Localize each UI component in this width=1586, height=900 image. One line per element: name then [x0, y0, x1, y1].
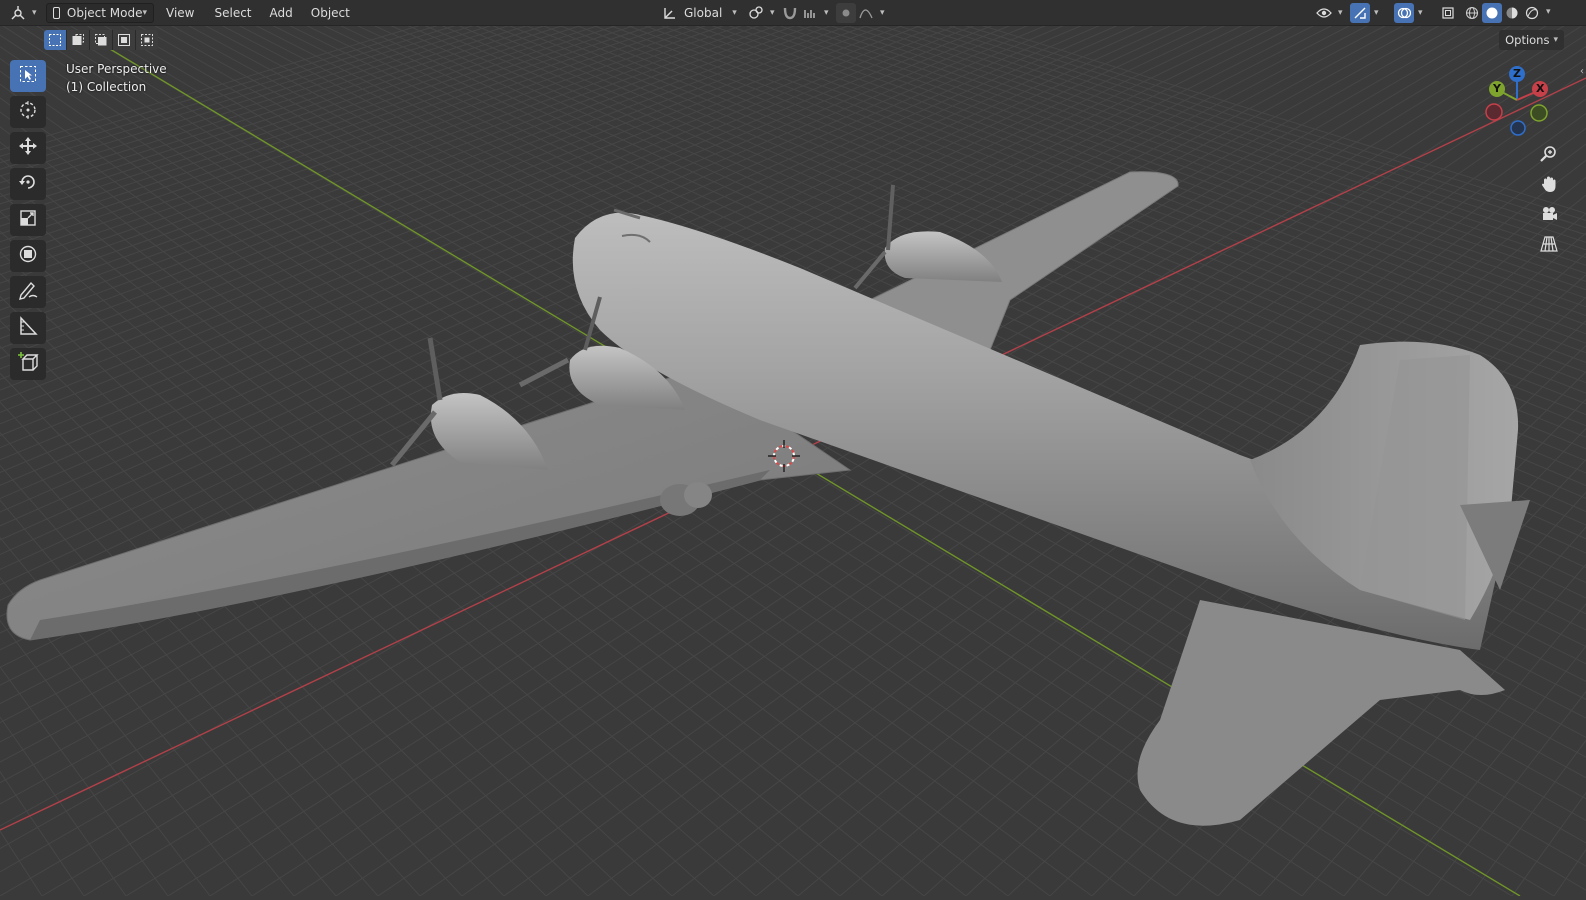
gizmo-y-label[interactable]: Y — [1493, 82, 1501, 95]
add-cube-tool[interactable] — [10, 348, 46, 380]
gizmo-toggle[interactable]: ▾ — [1350, 3, 1386, 23]
overlays-icon[interactable] — [1394, 3, 1414, 23]
xray-icon[interactable] — [1438, 3, 1458, 23]
perspective-toggle-button[interactable] — [1536, 233, 1562, 259]
chevron-down-icon: ▾ — [142, 8, 147, 18]
rotate-tool[interactable] — [10, 168, 46, 200]
wireframe-shading-icon[interactable] — [1462, 3, 1482, 23]
select-box-icon — [19, 65, 37, 87]
falloff-curve-icon[interactable] — [856, 3, 876, 23]
material-shading-icon[interactable] — [1502, 3, 1522, 23]
viewport-header: ▾ Object Mode ▾ View Select Add Object G… — [0, 0, 1586, 26]
chevron-down-icon: ▾ — [32, 8, 37, 18]
move-tool[interactable] — [10, 132, 46, 164]
selection-mode-group — [44, 30, 158, 50]
grid-perspective-icon — [1540, 235, 1558, 257]
measure-icon — [18, 316, 38, 340]
orientation-label: Global — [684, 6, 723, 20]
navigation-gizmo[interactable]: Z Y X — [1478, 62, 1556, 140]
sidebar-toggle-arrow[interactable]: ‹ — [1580, 66, 1584, 77]
3d-viewport[interactable] — [0, 0, 1586, 897]
chevron-down-icon: ▾ — [770, 8, 775, 18]
transform-tool[interactable] — [10, 240, 46, 272]
select-box-tool[interactable] — [10, 60, 46, 92]
viewport-canvas[interactable] — [0, 0, 1586, 897]
viewport-editor-icon — [8, 3, 28, 23]
hand-icon — [1540, 175, 1558, 197]
chevron-down-icon[interactable]: ▾ — [1546, 7, 1551, 23]
zoom-button[interactable] — [1536, 143, 1562, 169]
orientation-dropdown[interactable]: Global ▾ — [660, 3, 738, 23]
chevron-down-icon: ▾ — [1418, 8, 1423, 18]
view-name: User Perspective — [66, 62, 167, 76]
mode-label: Object Mode — [66, 6, 143, 20]
transform-icon — [18, 244, 38, 268]
menu-view[interactable]: View — [160, 6, 200, 20]
snap-increment-icon[interactable] — [800, 3, 820, 23]
chevron-down-icon: ▾ — [824, 8, 829, 18]
header-menus: View Select Add Object — [160, 3, 356, 23]
rotate-icon — [18, 172, 38, 196]
intersect-selection-icon[interactable] — [136, 30, 158, 50]
editor-type-button[interactable]: ▾ — [8, 3, 40, 23]
mode-dropdown[interactable]: Object Mode ▾ — [46, 3, 154, 23]
rendered-shading-icon[interactable] — [1522, 3, 1542, 23]
menu-object[interactable]: Object — [305, 6, 356, 20]
pan-button[interactable] — [1536, 173, 1562, 199]
gizmo-x-label[interactable]: X — [1536, 82, 1544, 95]
options-label: Options — [1505, 33, 1550, 47]
annotate-icon — [18, 280, 38, 304]
menu-add[interactable]: Add — [264, 6, 299, 20]
chevron-down-icon: ▾ — [1338, 8, 1343, 18]
overlays-toggle[interactable]: ▾ — [1394, 3, 1432, 23]
eye-icon — [1314, 3, 1334, 23]
proportional-editing[interactable]: ▾ — [836, 3, 888, 23]
zoom-icon — [1540, 145, 1558, 167]
extend-selection-icon[interactable] — [67, 30, 90, 50]
annotate-tool[interactable] — [10, 276, 46, 308]
xray-toggle[interactable] — [1438, 3, 1458, 23]
visibility-dropdown[interactable]: ▾ — [1314, 3, 1346, 23]
menu-select[interactable]: Select — [208, 6, 257, 20]
chevron-down-icon: ▾ — [732, 8, 737, 18]
scale-icon — [18, 208, 38, 232]
subtract-selection-icon[interactable] — [90, 30, 113, 50]
snap-magnet-icon[interactable] — [780, 3, 800, 23]
measure-tool[interactable] — [10, 312, 46, 344]
move-icon — [18, 136, 38, 160]
chevron-down-icon: ▾ — [880, 8, 885, 18]
camera-icon — [1540, 205, 1558, 227]
invert-selection-icon[interactable] — [113, 30, 136, 50]
proportional-edit-icon[interactable] — [836, 3, 856, 23]
options-dropdown[interactable]: Options ▾ — [1499, 30, 1564, 50]
gizmo-z-label[interactable]: Z — [1513, 67, 1521, 80]
collection-name: (1) Collection — [66, 80, 147, 94]
chevron-down-icon: ▾ — [1553, 35, 1558, 45]
shading-modes: ▾ — [1462, 3, 1551, 23]
snap-controls[interactable]: ▾ — [780, 3, 830, 23]
tool-shelf — [10, 60, 48, 384]
chevron-down-icon: ▾ — [1374, 8, 1379, 18]
pivot-point-dropdown[interactable]: ▾ — [746, 3, 776, 23]
cursor-icon — [18, 100, 38, 124]
solid-shading-icon[interactable] — [1482, 3, 1502, 23]
pivot-icon — [746, 3, 766, 23]
scale-tool[interactable] — [10, 204, 46, 236]
set-selection-icon[interactable] — [44, 30, 67, 50]
gizmo-icon[interactable] — [1350, 3, 1370, 23]
add-cube-icon — [17, 351, 39, 377]
object-mode-icon — [53, 7, 60, 19]
cursor-tool[interactable] — [10, 96, 46, 128]
transform-orientation-icon — [660, 3, 680, 23]
camera-view-button[interactable] — [1536, 203, 1562, 229]
viewport-info: User Perspective (1) Collection — [66, 60, 167, 96]
